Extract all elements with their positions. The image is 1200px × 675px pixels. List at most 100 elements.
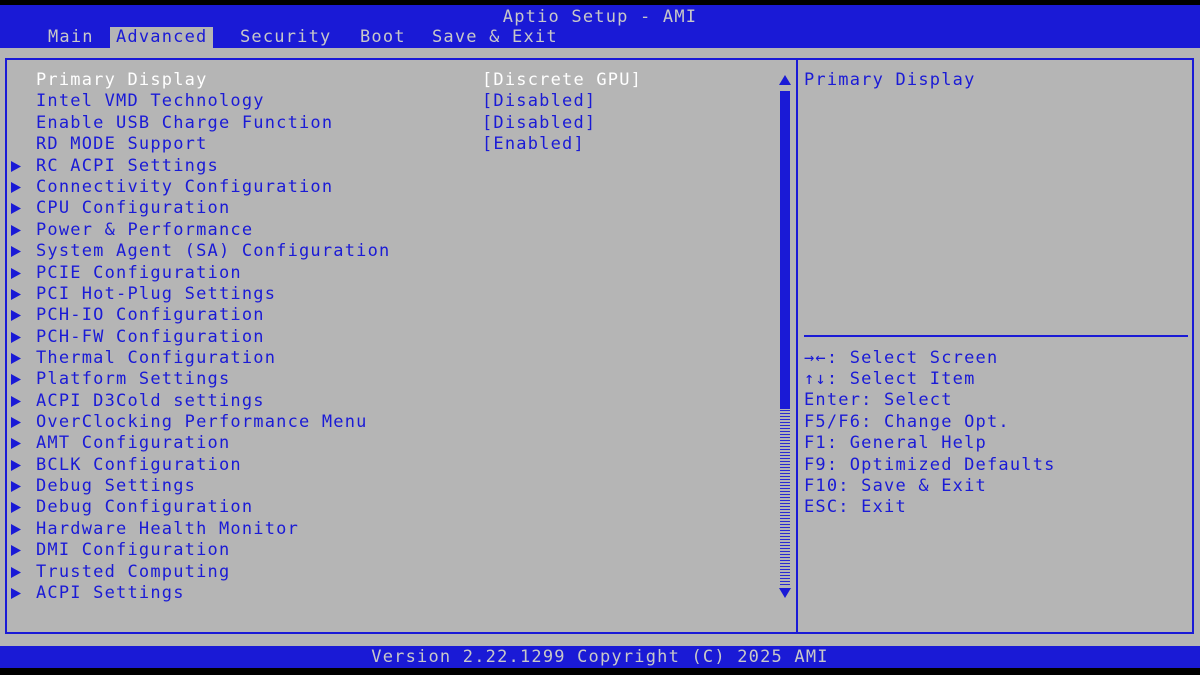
submenu-arrow-icon [11,369,25,390]
tab-main[interactable]: Main [42,27,100,48]
tab-advanced[interactable]: Advanced [110,27,214,48]
submenu-arrow-icon [11,327,25,348]
submenu-arrow-icon [11,476,25,497]
submenu-label: PCI Hot-Plug Settings [36,284,277,304]
submenu-label: Platform Settings [36,369,231,389]
setting-label: RD MODE Support [36,134,208,154]
submenu-arrow-icon [11,177,25,198]
setting-value[interactable]: [Enabled] [482,134,585,155]
main-panel: Primary Display [Discrete GPU] Intel VMD… [0,48,1200,646]
tab-security[interactable]: Security [234,27,337,48]
submenu-arrow-icon [11,497,25,518]
submenu-label: Debug Configuration [36,497,254,517]
setting-row-primary-display[interactable]: Primary Display [Discrete GPU] [0,70,770,91]
submenu-item[interactable]: Debug Configuration [0,497,770,518]
submenu-arrow-icon [11,220,25,241]
submenu-label: Debug Settings [36,476,197,496]
submenu-item[interactable]: RC ACPI Settings [0,156,770,177]
submenu-arrow-icon [11,284,25,305]
submenu-label: Hardware Health Monitor [36,519,300,539]
submenu-arrow-icon [11,305,25,326]
tab-boot[interactable]: Boot [354,27,412,48]
header-bar: Aptio Setup - AMI Main Advanced Security… [0,5,1200,48]
key-hint-esc-exit: ESC: Exit [804,497,907,517]
submenu-arrow-icon [11,583,25,604]
submenu-label: AMT Configuration [36,433,231,453]
setting-label: Enable USB Charge Function [36,113,334,133]
submenu-item[interactable]: Debug Settings [0,476,770,497]
submenu-item[interactable]: CPU Configuration [0,198,770,219]
submenu-label: System Agent (SA) Configuration [36,241,391,261]
submenu-arrow-icon [11,519,25,540]
key-hint-general-help: F1: General Help [804,433,987,453]
submenu-item[interactable]: PCH-FW Configuration [0,327,770,348]
submenu-item[interactable]: DMI Configuration [0,540,770,561]
submenu-arrow-icon [11,263,25,284]
submenu-arrow-icon [11,433,25,454]
submenu-label: Connectivity Configuration [36,177,334,197]
submenu-arrow-icon [11,391,25,412]
submenu-arrow-icon [11,455,25,476]
submenu-label: PCH-IO Configuration [36,305,265,325]
submenu-item[interactable]: Connectivity Configuration [0,177,770,198]
submenu-arrow-icon [11,241,25,262]
submenu-arrow-icon [11,198,25,219]
footer-bar: Version 2.22.1299 Copyright (C) 2025 AMI [0,646,1200,668]
submenu-item[interactable]: System Agent (SA) Configuration [0,241,770,262]
submenu-label: Trusted Computing [36,562,231,582]
submenu-item[interactable]: ACPI D3Cold settings [0,391,770,412]
key-hint-enter: Enter: Select [804,390,953,410]
submenu-item[interactable]: Hardware Health Monitor [0,519,770,540]
setting-value[interactable]: [Discrete GPU] [482,70,642,91]
submenu-arrow-icon [11,156,25,177]
help-title: Primary Display [804,70,976,90]
setting-value[interactable]: [Disabled] [482,91,596,112]
key-hint-save-exit: F10: Save & Exit [804,476,987,496]
submenu-label: OverClocking Performance Menu [36,412,368,432]
submenu-arrow-icon [11,562,25,583]
submenu-arrow-icon [11,540,25,561]
setting-value[interactable]: [Disabled] [482,113,596,134]
submenu-label: PCH-FW Configuration [36,327,265,347]
scroll-up-arrow-icon[interactable] [778,73,792,87]
submenu-item[interactable]: ACPI Settings [0,583,770,604]
submenu-item[interactable]: BCLK Configuration [0,455,770,476]
submenu-label: RC ACPI Settings [36,156,219,176]
submenu-arrow-icon [11,412,25,433]
help-separator [804,335,1188,337]
submenu-label: Power & Performance [36,220,254,240]
submenu-label: BCLK Configuration [36,455,242,475]
submenu-label: Thermal Configuration [36,348,277,368]
scrollbar-thumb[interactable] [780,91,790,409]
submenu-item[interactable]: PCIE Configuration [0,263,770,284]
scroll-down-arrow-icon[interactable] [778,586,792,600]
submenu-label: ACPI D3Cold settings [36,391,265,411]
setting-row-usb-charge[interactable]: Enable USB Charge Function [Disabled] [0,113,770,134]
setting-label: Primary Display [36,70,208,90]
submenu-arrow-icon [11,348,25,369]
submenu-label: ACPI Settings [36,583,185,603]
submenu-label: DMI Configuration [36,540,231,560]
submenu-item[interactable]: PCH-IO Configuration [0,305,770,326]
app-title: Aptio Setup - AMI [502,7,698,27]
key-hint-optimized-defaults: F9: Optimized Defaults [804,455,1056,475]
version-text: Version 2.22.1299 Copyright (C) 2025 AMI [371,647,829,667]
submenu-item[interactable]: Thermal Configuration [0,348,770,369]
tab-save-exit[interactable]: Save & Exit [426,27,564,48]
submenu-item[interactable]: AMT Configuration [0,433,770,454]
panel-divider [796,58,798,634]
setting-row-intel-vmd[interactable]: Intel VMD Technology [Disabled] [0,91,770,112]
submenu-item[interactable]: Platform Settings [0,369,770,390]
key-hint-select-item: ↑↓: Select Item [804,369,976,389]
submenu-item[interactable]: Trusted Computing [0,562,770,583]
key-hint-select-screen: →←: Select Screen [804,348,999,368]
bottom-strip [0,668,1200,675]
key-hint-change-opt: F5/F6: Change Opt. [804,412,1010,432]
submenu-item[interactable]: PCI Hot-Plug Settings [0,284,770,305]
setting-row-rd-mode[interactable]: RD MODE Support [Enabled] [0,134,770,155]
setting-label: Intel VMD Technology [36,91,265,111]
submenu-label: PCIE Configuration [36,263,242,283]
submenu-item[interactable]: OverClocking Performance Menu [0,412,770,433]
submenu-label: CPU Configuration [36,198,231,218]
submenu-item[interactable]: Power & Performance [0,220,770,241]
